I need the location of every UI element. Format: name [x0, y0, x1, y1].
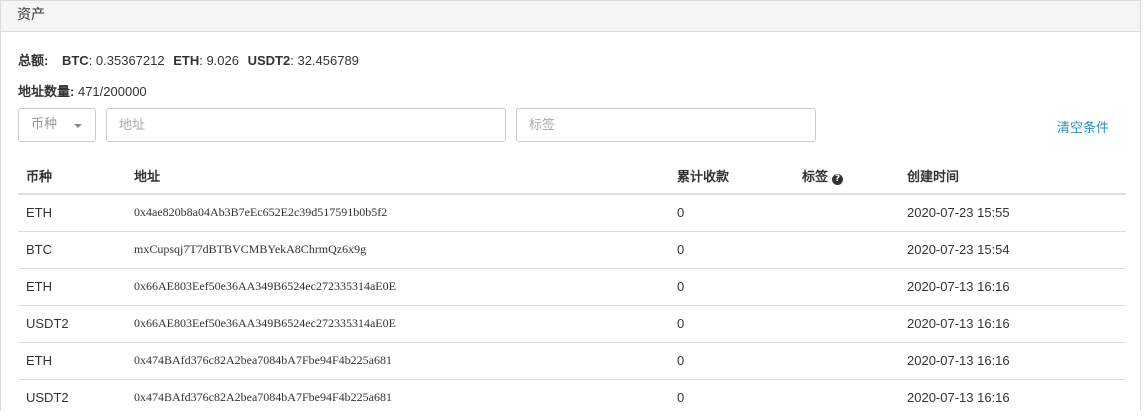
cell-address: 0x66AE803Eef50e36AA349B6524ec272335314aE… — [126, 267, 669, 305]
balance-coin-eth: ETH — [173, 53, 200, 68]
balance-value-eth: : 9.026 — [199, 53, 239, 68]
table-row: BTC mxCupsqj7T7dBTBVCMBYekA8ChrmQz6x9g 0… — [18, 230, 1126, 268]
cell-address: 0x66AE803Eef50e36AA349B6524ec272335314aE… — [126, 304, 669, 342]
cell-coin: USDT2 — [18, 378, 126, 416]
assets-panel: 资产 总额: BTC: 0.35367212 ETH: 9.026 USDT2:… — [0, 0, 1141, 416]
table-row: ETH 0x474BAfd376c82A2bea7084bA7Fbe94F4b2… — [18, 341, 1126, 379]
address-count-value: 471/200000 — [77, 84, 147, 99]
cell-tag — [794, 194, 899, 231]
table-row: USDT2 0x66AE803Eef50e36AA349B6524ec27233… — [18, 304, 1126, 342]
column-header-tag[interactable]: 标签? — [794, 157, 899, 195]
cell-created: 2020-07-13 16:16 — [899, 304, 1126, 342]
cell-received: 0 — [669, 341, 794, 379]
total-balances: 总额: BTC: 0.35367212 ETH: 9.026 USDT2: 32… — [18, 50, 359, 69]
table-row: ETH 0x66AE803Eef50e36AA349B6524ec2723353… — [18, 267, 1126, 305]
question-circle-icon[interactable]: ? — [832, 173, 844, 185]
cell-coin: BTC — [18, 230, 126, 268]
balance-coin-usdt2: USDT2 — [247, 53, 291, 68]
cell-coin: USDT2 — [18, 304, 126, 342]
column-header-received[interactable]: 累计收款 — [669, 157, 794, 195]
cell-address: 0x4ae820b8a04Ab3B7eEc652E2c39d517591b0b5… — [134, 205, 388, 220]
cell-created: 2020-07-13 16:16 — [899, 378, 1126, 416]
balance-value-usdt2: : 32.456789 — [290, 53, 359, 68]
cell-tag — [794, 230, 899, 268]
clear-filters-link[interactable]: 清空条件 — [1057, 117, 1109, 136]
total-label: 总额: — [18, 53, 49, 68]
table-row: USDT2 0x474BAfd376c82A2bea7084bA7Fbe94F4… — [18, 378, 1126, 416]
column-header-coin[interactable]: 币种 — [18, 157, 126, 195]
column-header-address[interactable]: 地址 — [126, 157, 669, 195]
table-header-row: 币种 地址 累计收款 标签? 创建时间 — [18, 157, 1126, 195]
cell-created: 2020-07-23 15:54 — [899, 230, 1126, 268]
cell-tag — [794, 378, 899, 416]
cell-created: 2020-07-23 15:55 — [907, 205, 1010, 221]
cell-created: 2020-07-13 16:16 — [899, 341, 1126, 379]
coin-select-placeholder: 币种 — [31, 117, 58, 132]
cell-received: 0 — [677, 205, 685, 221]
balance-value-btc: : 0.35367212 — [88, 53, 165, 68]
panel-title: 资产 — [1, 1, 1140, 32]
address-count-label: 地址数量: — [18, 84, 75, 99]
cell-received: 0 — [669, 230, 794, 268]
cell-received: 0 — [669, 304, 794, 342]
column-header-tag-label: 标签 — [802, 169, 829, 185]
cell-tag — [794, 267, 899, 305]
cell-coin: ETH — [18, 341, 126, 379]
cell-coin: ETH — [18, 267, 126, 305]
address-count: 地址数量: 471/200000 — [18, 81, 147, 100]
coin-select[interactable]: 币种 — [18, 108, 96, 142]
cell-coin: ETH — [26, 205, 52, 221]
table-row: ETH 0x4ae820b8a04Ab3B7eEc652E2c39d517591… — [18, 194, 1126, 231]
tag-input[interactable] — [516, 108, 816, 142]
cell-received: 0 — [669, 378, 794, 416]
address-input[interactable] — [106, 108, 506, 142]
cell-address: 0x474BAfd376c82A2bea7084bA7Fbe94F4b225a6… — [126, 341, 669, 379]
address-table: 币种 地址 累计收款 标签? 创建时间 ETH 0x4ae820b8a04Ab3… — [18, 157, 1126, 416]
cell-address: mxCupsqj7T7dBTBVCMBYekA8ChrmQz6x9g — [126, 230, 669, 268]
column-header-created[interactable]: 创建时间 — [899, 157, 1126, 195]
cell-address: 0x474BAfd376c82A2bea7084bA7Fbe94F4b225a6… — [126, 378, 669, 416]
caret-down-icon — [74, 124, 82, 128]
cell-created: 2020-07-13 16:16 — [899, 267, 1126, 305]
cell-tag — [794, 341, 899, 379]
balance-coin-btc: BTC — [61, 53, 89, 68]
cell-tag — [794, 304, 899, 342]
cell-received: 0 — [669, 267, 794, 305]
